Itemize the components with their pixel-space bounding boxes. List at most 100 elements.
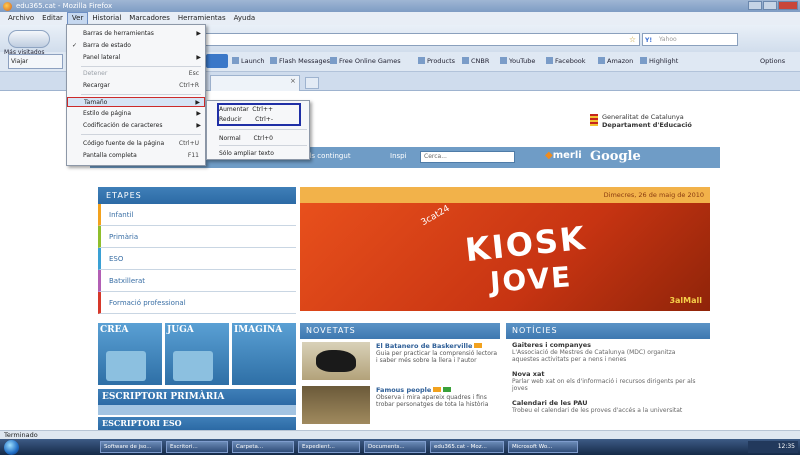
site-search-input[interactable]: Cerca... <box>420 151 515 163</box>
menu-item-sidebar[interactable]: Panel lateral ▶ <box>67 53 205 63</box>
bookmark-selector[interactable]: Viajar <box>8 54 63 69</box>
submenu-item-zoom-out[interactable]: Reducir Ctrl+- <box>207 115 309 124</box>
menu-item-page-style[interactable]: Estilo de página ▶ <box>67 109 205 119</box>
tile-juga[interactable]: JUGA <box>165 323 229 385</box>
noticia-item[interactable]: Gaiteres i companyes L'Associació de Mes… <box>506 339 710 368</box>
menu-item-source[interactable]: Código fuente de la página Ctrl+U <box>67 139 205 149</box>
menu-item-toolbars[interactable]: Barras de herramientas ▶ <box>67 29 205 39</box>
submenu-arrow-icon: ▶ <box>196 54 201 61</box>
tile-crea[interactable]: CREA <box>98 323 162 385</box>
tile-juga-label: JUGA <box>167 325 194 335</box>
maximize-button[interactable] <box>763 1 777 10</box>
etapa-batxillerat[interactable]: Batxillerat <box>98 270 296 292</box>
taskbar-task[interactable]: Expedient... <box>298 441 360 453</box>
novetat-item[interactable]: Famous people Observa i mira apareix qua… <box>300 383 500 427</box>
bookmark-item[interactable]: Flash Messages <box>270 57 330 65</box>
minimize-button[interactable] <box>748 1 762 10</box>
bookmark-item[interactable]: Free Online Games <box>330 57 401 65</box>
bookmark-item[interactable]: Amazon <box>598 57 633 65</box>
noticia-text: Trobeu el calendari de les proves d'accé… <box>512 407 683 414</box>
submenu-item-zoom-in[interactable]: Aumentar Ctrl++ <box>207 105 309 114</box>
menu-separator <box>81 94 201 95</box>
etapa-primaria[interactable]: Primària <box>98 226 296 248</box>
kiosk-jove-banner[interactable]: 3cat24 KIOSK JOVE 3alMall <box>300 203 710 311</box>
taskbar-task[interactable]: Software de jso... <box>100 441 162 453</box>
size-submenu: Aumentar Ctrl++ Reducir Ctrl+- Normal Ctrl+… <box>206 100 310 160</box>
novetat-title: El Batanero de Baskerville <box>376 342 473 350</box>
bookmark-label: YouTube <box>509 57 536 65</box>
new-tab-button[interactable] <box>305 77 319 89</box>
menu-item-encoding[interactable]: Codificación de caracteres ▶ <box>67 121 205 131</box>
bookmark-item[interactable]: CNBR <box>462 57 489 65</box>
bookmark-item[interactable]: Launch <box>232 57 265 65</box>
etapa-eso[interactable]: ESO <box>98 248 296 270</box>
etapa-fp[interactable]: Formació professional <box>98 292 296 314</box>
submenu-item-reset[interactable]: Normal Ctrl+0 <box>207 134 309 143</box>
menu-item-stop[interactable]: Detener Esc <box>67 69 205 79</box>
menu-item-label: Barras de herramientas <box>83 30 154 37</box>
submenu-arrow-icon: ▶ <box>196 110 201 117</box>
nav-link-inspi[interactable]: Inspi <box>390 152 407 160</box>
menu-item-statusbar[interactable]: ✓ Barra de estado <box>67 41 205 51</box>
most-visited-label[interactable]: Más visitados <box>4 49 45 56</box>
star-icon[interactable]: ☆ <box>629 35 636 44</box>
bookmark-item[interactable]: Highlight <box>640 57 678 65</box>
novetat-item[interactable]: El Batanero de Baskerville Guia per prac… <box>300 339 500 383</box>
menu-item-shortcut: Esc <box>188 70 199 77</box>
google-logo[interactable]: Google <box>590 149 641 164</box>
taskbar-task[interactable]: edu365.cat - Moz... <box>430 441 504 453</box>
search-input[interactable]: Y! Yahoo <box>642 33 738 46</box>
menu-archivo[interactable]: Archivo <box>4 12 38 25</box>
nav-link-contingut[interactable]: Els contingut <box>305 152 351 160</box>
close-tab-icon[interactable]: × <box>290 77 296 85</box>
bookmark-item[interactable]: Products <box>418 57 455 65</box>
gencat-line1: Generalitat de Catalunya <box>602 113 684 121</box>
escriptori-eso[interactable]: ESCRIPTORI ESO <box>98 417 296 430</box>
menu-item-size[interactable]: Tamaño ▶ <box>67 97 205 107</box>
url-bar[interactable]: ☆ <box>205 33 640 46</box>
crea-image <box>106 351 146 381</box>
gencat-logo[interactable]: Generalitat de Catalunya Departament d'E… <box>590 113 710 129</box>
menu-ayuda[interactable]: Ayuda <box>230 12 260 25</box>
noticia-item[interactable]: Nova xat Parlar web xat on els d'informa… <box>506 368 710 397</box>
tile-imagina[interactable]: IMAGINA <box>232 323 296 385</box>
menu-item-label: Estilo de página <box>83 110 132 117</box>
noticia-title: Gaiteres i companyes <box>512 341 591 349</box>
escriptori-primaria[interactable]: ESCRIPTORI PRIMÀRIA <box>98 389 296 405</box>
menu-editar[interactable]: Editar <box>38 12 67 25</box>
close-button[interactable] <box>778 1 798 10</box>
menu-item-fullscreen[interactable]: Pantalla completa F11 <box>67 151 205 161</box>
search-engine-icon[interactable]: Y! <box>645 35 652 46</box>
system-tray-clock[interactable]: 12:35 <box>748 441 798 453</box>
page-icon <box>270 57 277 64</box>
noticia-title: Calendari de les PAU <box>512 399 588 407</box>
taskbar-task[interactable]: Microsoft Wo... <box>508 441 578 453</box>
bookmark-label: Products <box>427 57 456 65</box>
submenu-item-zoom-text-only[interactable]: Sólo ampliar texto <box>207 149 309 158</box>
merli-label: merli <box>552 150 582 161</box>
tab-edu365[interactable] <box>210 75 300 91</box>
bookmark-label: Flash Messages <box>279 57 330 65</box>
merli-logo[interactable]: ◆merli <box>545 150 582 161</box>
gencat-line2: Departament d'Educació <box>602 121 692 129</box>
menu-item-label: Codificación de caracteres <box>83 122 163 129</box>
escriptori-strip <box>98 405 296 415</box>
bookmark-label: Facebook <box>555 57 586 65</box>
etapa-infantil[interactable]: Infantil <box>98 204 296 226</box>
page-icon <box>232 57 239 64</box>
options-button[interactable]: Options <box>760 57 785 65</box>
back-forward-button[interactable] <box>8 30 50 48</box>
menu-item-reload[interactable]: Recargar Ctrl+R <box>67 81 205 91</box>
activity-tiles: CREA JUGA IMAGINA <box>98 323 296 385</box>
noticia-item[interactable]: Calendari de les PAU Trobeu el calendari… <box>506 397 710 426</box>
bookmark-label: CNBR <box>471 57 490 65</box>
taskbar-task[interactable]: Documents... <box>364 441 426 453</box>
new-badge-icon <box>433 387 442 392</box>
bookmark-item[interactable]: Facebook <box>546 57 586 65</box>
taskbar-task[interactable]: Carpeta... <box>232 441 294 453</box>
taskbar-task[interactable]: Escritori... <box>166 441 228 453</box>
start-button[interactable] <box>4 440 19 455</box>
go-button[interactable] <box>206 54 228 68</box>
bookmark-item[interactable]: YouTube <box>500 57 535 65</box>
novetat-thumbnail <box>302 342 370 380</box>
